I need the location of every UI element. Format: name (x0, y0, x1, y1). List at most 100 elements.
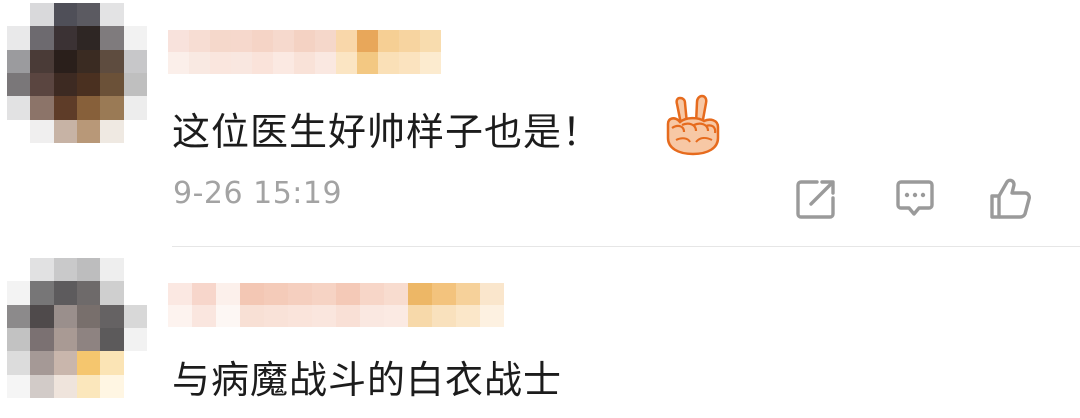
mosaic-cell (77, 258, 101, 282)
mosaic-cell (480, 283, 504, 305)
mosaic-cell (77, 304, 101, 328)
mosaic-cell (30, 281, 54, 305)
mosaic-cell (168, 30, 189, 52)
mosaic-cell (30, 374, 54, 398)
mosaic-cell (123, 73, 147, 97)
mosaic-cell (7, 96, 31, 120)
mosaic-cell (378, 52, 399, 74)
comment-item: 与病魔战斗的白衣战士 (0, 247, 1080, 418)
mosaic-cell (7, 26, 31, 50)
mosaic-cell (192, 305, 216, 327)
mosaic-cell (123, 26, 147, 50)
mosaic-cell (77, 374, 101, 398)
mosaic-cell (100, 49, 124, 73)
author-name-pixelated[interactable] (168, 30, 441, 74)
mosaic-cell (336, 283, 360, 305)
mosaic-cell (399, 52, 420, 74)
mosaic-cell (100, 351, 124, 375)
thumbs-up-icon[interactable] (987, 176, 1033, 222)
mosaic-cell (123, 281, 147, 305)
mosaic-cell (264, 283, 288, 305)
mosaic-cell (315, 30, 336, 52)
mosaic-cell (30, 3, 54, 27)
mosaic-cell (7, 281, 31, 305)
victory-hand-emoji-icon (666, 94, 720, 156)
mosaic-cell (77, 73, 101, 97)
mosaic-cell (312, 283, 336, 305)
mosaic-cell (77, 3, 101, 27)
mosaic-cell (53, 328, 77, 352)
share-icon[interactable] (793, 176, 839, 222)
mosaic-cell (53, 281, 77, 305)
mosaic-cell (123, 49, 147, 73)
mosaic-cell (288, 305, 312, 327)
comment-text: 与病魔战斗的白衣战士 (172, 358, 563, 402)
mosaic-cell (100, 374, 124, 398)
mosaic-cell (432, 305, 456, 327)
mosaic-cell (53, 351, 77, 375)
mosaic-cell (480, 305, 504, 327)
mosaic-cell (336, 30, 357, 52)
mosaic-cell (30, 73, 54, 97)
mosaic-cell (77, 26, 101, 50)
mosaic-cell (30, 26, 54, 50)
mosaic-cell (77, 96, 101, 120)
mosaic-cell (123, 258, 147, 282)
mosaic-cell (123, 96, 147, 120)
mosaic-cell (30, 49, 54, 73)
mosaic-cell (30, 304, 54, 328)
mosaic-cell (123, 328, 147, 352)
mosaic-cell (420, 52, 441, 74)
mosaic-cell (77, 328, 101, 352)
mosaic-cell (273, 30, 294, 52)
mosaic-cell (360, 283, 384, 305)
mosaic-cell (189, 30, 210, 52)
mosaic-cell (100, 258, 124, 282)
mosaic-cell (77, 351, 101, 375)
mosaic-cell (420, 30, 441, 52)
mosaic-cell (252, 30, 273, 52)
mosaic-cell (312, 305, 336, 327)
mosaic-cell (7, 119, 31, 143)
mosaic-cell (100, 328, 124, 352)
mosaic-cell (240, 283, 264, 305)
mosaic-cell (192, 283, 216, 305)
mosaic-cell (7, 258, 31, 282)
avatar[interactable] (7, 258, 147, 398)
mosaic-cell (216, 283, 240, 305)
mosaic-cell (7, 328, 31, 352)
mosaic-cell (7, 374, 31, 398)
mosaic-cell (100, 119, 124, 143)
mosaic-cell (77, 119, 101, 143)
mosaic-cell (53, 26, 77, 50)
mosaic-cell (210, 52, 231, 74)
mosaic-cell (100, 3, 124, 27)
mosaic-cell (168, 305, 192, 327)
mosaic-cell (53, 119, 77, 143)
mosaic-cell (408, 305, 432, 327)
mosaic-cell (294, 30, 315, 52)
mosaic-cell (378, 30, 399, 52)
mosaic-cell (100, 96, 124, 120)
mosaic-cell (30, 351, 54, 375)
mosaic-cell (100, 304, 124, 328)
mosaic-cell (100, 281, 124, 305)
mosaic-cell (53, 96, 77, 120)
mosaic-cell (273, 52, 294, 74)
mosaic-cell (336, 52, 357, 74)
mosaic-cell (456, 283, 480, 305)
comment-text: 这位医生好帅样子也是！ (172, 110, 602, 154)
avatar[interactable] (7, 3, 147, 143)
comment-icon[interactable] (892, 176, 938, 222)
mosaic-cell (53, 374, 77, 398)
comment-item: 这位医生好帅样子也是！ 9-26 15:19 (0, 0, 1080, 247)
mosaic-cell (360, 305, 384, 327)
mosaic-cell (30, 96, 54, 120)
mosaic-cell (30, 258, 54, 282)
mosaic-cell (357, 30, 378, 52)
author-name-pixelated[interactable] (168, 283, 504, 327)
mosaic-cell (399, 30, 420, 52)
mosaic-cell (77, 281, 101, 305)
mosaic-cell (53, 304, 77, 328)
mosaic-cell (294, 52, 315, 74)
